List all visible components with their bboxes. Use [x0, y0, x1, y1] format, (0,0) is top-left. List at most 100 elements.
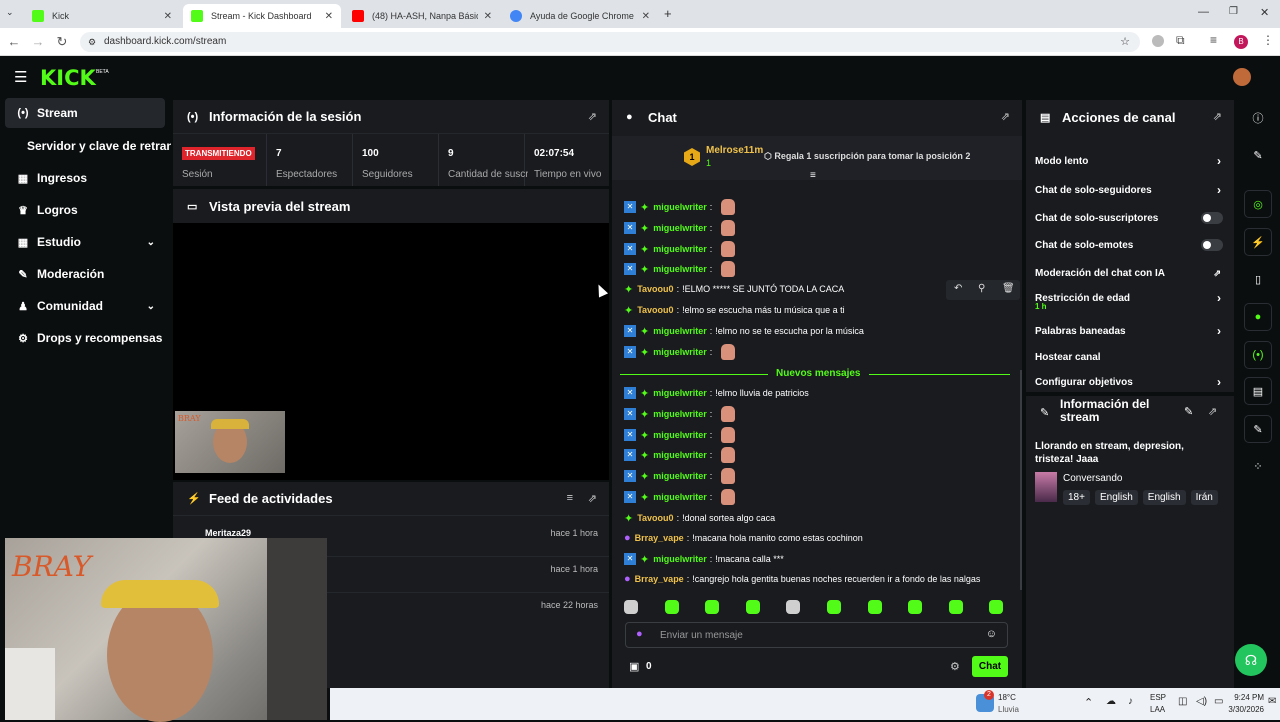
chat-message[interactable]: ✕ ✦ miguelwriter: [624, 467, 736, 485]
wrench-icon[interactable]: ✎ [1244, 415, 1272, 443]
more-apps-icon[interactable]: ⁘ [1244, 452, 1272, 480]
chat-username[interactable]: miguelwriter [653, 430, 707, 440]
lang-code[interactable]: ESP [1150, 693, 1166, 702]
settings-gear-icon[interactable]: ⚙ [950, 660, 960, 673]
chat-message[interactable]: ✦ Tavoou0: !ELMO ***** SE JUNTÓ TODA LA CA… [624, 280, 844, 298]
chat-username[interactable]: Brray_vape [635, 533, 684, 543]
browser-tab[interactable]: Ayuda de Google Chrome ✕ [502, 4, 658, 28]
wifi-icon[interactable]: ◫ [1178, 696, 1187, 707]
channel-action-item[interactable]: Hostear canal [1035, 349, 1225, 365]
volume-icon[interactable]: ◁) [1196, 696, 1207, 707]
edit-pencil-icon[interactable]: ✎ [1244, 141, 1272, 169]
popout-icon[interactable]: ⇗ [1001, 110, 1010, 123]
notification-icon[interactable]: ✉ [1268, 696, 1276, 707]
chat-username[interactable]: miguelwriter [653, 223, 707, 233]
chat-username[interactable]: miguelwriter [653, 492, 707, 502]
chat-message[interactable]: ✕ ✦ miguelwriter: [624, 446, 736, 464]
toggle-switch[interactable] [1201, 212, 1223, 224]
popout-icon[interactable]: ⇗ [1213, 110, 1222, 123]
edit-pencil-icon[interactable]: ✎ [1184, 405, 1193, 418]
chat-message[interactable]: ✕ ✦ miguelwriter: [624, 343, 736, 361]
chat-message[interactable]: ✕ ✦ miguelwriter: [624, 260, 736, 278]
chat-username[interactable]: miguelwriter [653, 554, 707, 564]
channel-action-item[interactable]: Moderación del chat con IA ⇗ [1035, 265, 1225, 281]
emote-icon[interactable] [705, 600, 720, 614]
popout-icon[interactable]: ⇗ [588, 110, 597, 123]
emote-icon[interactable] [664, 600, 679, 614]
chat-message[interactable]: ✕ ✦ miguelwriter: [624, 405, 736, 423]
chat-username[interactable]: Tavoou0 [637, 305, 673, 315]
support-headset-icon[interactable]: ☊ [1235, 644, 1267, 676]
chat-username[interactable]: miguelwriter [653, 450, 707, 460]
gifter-name[interactable]: Melrose11m [706, 145, 763, 156]
tab-search-icon[interactable]: ⌄ [6, 7, 14, 18]
layout-icon[interactable]: ▤ [1244, 377, 1272, 405]
media-icon[interactable]: ≡ [1210, 33, 1217, 47]
extension-icon[interactable] [1152, 35, 1164, 47]
close-icon[interactable]: ✕ [484, 11, 492, 22]
browser-tab[interactable]: Kick ✕ [24, 4, 180, 28]
chat-message[interactable]: ✕ ✦ miguelwriter: !macana calla *** [624, 550, 784, 568]
channel-action-item[interactable]: Chat de solo-emotes [1035, 237, 1225, 253]
broadcast-icon[interactable]: (•) [1244, 341, 1272, 369]
chat-username[interactable]: miguelwriter [653, 326, 707, 336]
channel-action-item[interactable]: Chat de solo-seguidores › [1035, 182, 1225, 198]
sidebar-item-stream[interactable]: (•) Stream [5, 98, 165, 128]
chat-message[interactable]: ● Brray_vape: !macana hola manito como est… [624, 529, 863, 547]
info-icon[interactable]: ⓘ [1244, 104, 1272, 132]
chevron-up-icon[interactable]: ⌃ [1084, 696, 1093, 709]
sidebar-item-income[interactable]: ▦ Ingresos [5, 163, 165, 193]
profile-avatar[interactable]: B [1234, 35, 1248, 49]
chat-username[interactable]: miguelwriter [653, 409, 707, 419]
chat-message[interactable]: ● Brray_vape: !cangrejo hola gentita buena… [624, 570, 980, 588]
chat-message[interactable]: ✕ ✦ miguelwriter: !elmo no se te escucha po… [624, 322, 864, 340]
close-icon[interactable]: ✕ [164, 11, 172, 22]
close-icon[interactable]: ✕ [325, 11, 333, 22]
network-icon[interactable]: ☁ [1106, 696, 1116, 707]
chat-message[interactable]: ✦ Tavoou0: !elmo se escucha más tu música … [624, 301, 845, 319]
menu-kebab-icon[interactable]: ⋮ [1262, 33, 1274, 47]
sidebar-item-drops[interactable]: ⚙ Drops y recompensas [5, 323, 165, 353]
stream-preview-video[interactable]: BRAY [173, 223, 609, 480]
close-icon[interactable]: ✕ [642, 11, 650, 22]
user-avatar[interactable] [1233, 68, 1251, 86]
chat-message[interactable]: ✕ ✦ miguelwriter: [624, 198, 736, 216]
sidebar-item-moderation[interactable]: ✎ Moderación [5, 259, 165, 289]
forward-icon[interactable]: → [30, 34, 46, 49]
chat-username[interactable]: miguelwriter [653, 388, 707, 398]
emote-icon[interactable] [908, 600, 923, 614]
back-icon[interactable]: ← [6, 34, 22, 49]
sidebar-item-achievements[interactable]: ♛ Logros [5, 195, 165, 225]
chat-bubble-icon[interactable]: ● [1244, 303, 1272, 331]
chat-username[interactable]: Tavoou0 [637, 513, 673, 523]
emoji-icon[interactable]: ☺ [986, 628, 997, 640]
channel-action-item[interactable]: Chat de solo-suscriptores [1035, 210, 1225, 226]
emote-icon[interactable] [745, 600, 760, 614]
lang-layout[interactable]: LAA [1150, 705, 1165, 714]
channel-action-item[interactable]: Configurar objetivos › [1035, 374, 1225, 390]
chat-message[interactable]: ✕ ✦ miguelwriter: [624, 426, 736, 444]
battery-icon[interactable]: ▭ [1214, 696, 1223, 707]
chat-message[interactable]: ✕ ✦ miguelwriter: !elmo lluvia de patricios [624, 384, 809, 402]
camera-target-icon[interactable]: ◎ [1244, 190, 1272, 218]
channel-action-item[interactable]: Palabras baneadas › [1035, 323, 1225, 339]
chat-scrollbar[interactable] [1020, 370, 1022, 590]
sidebar-item-studio[interactable]: ▦ Estudio ⌄ [5, 227, 165, 257]
bookmark-star-icon[interactable]: ☆ [1120, 32, 1130, 52]
emote-icon[interactable] [867, 600, 882, 614]
toggle-switch[interactable] [1201, 239, 1223, 251]
collapse-icon[interactable]: ≡ [810, 170, 816, 181]
chat-message[interactable]: ✕ ✦ miguelwriter: [624, 219, 736, 237]
url-field[interactable]: ⚙ dashboard.kick.com/stream ☆ [80, 32, 1140, 52]
browser-tab-active[interactable]: Stream - Kick Dashboard ✕ [183, 4, 341, 28]
emote-icon[interactable] [624, 600, 638, 614]
points-icon[interactable]: ▣ [629, 660, 639, 673]
hamburger-icon[interactable]: ☰ [14, 68, 27, 86]
chat-username[interactable]: Brray_vape [635, 574, 684, 584]
chat-input[interactable]: ● Enviar un mensaje ☺ [625, 622, 1008, 648]
gift-cta[interactable]: ⬡ Regala 1 suscripción para tomar la pos… [764, 151, 970, 162]
clock-date[interactable]: 3/30/2026 [1226, 705, 1264, 714]
filter-icon[interactable]: ≡ [567, 492, 573, 504]
emote-icon[interactable] [786, 600, 801, 614]
chat-message[interactable]: ✦ Tavoou0: !donal sortea algo caca [624, 509, 775, 527]
